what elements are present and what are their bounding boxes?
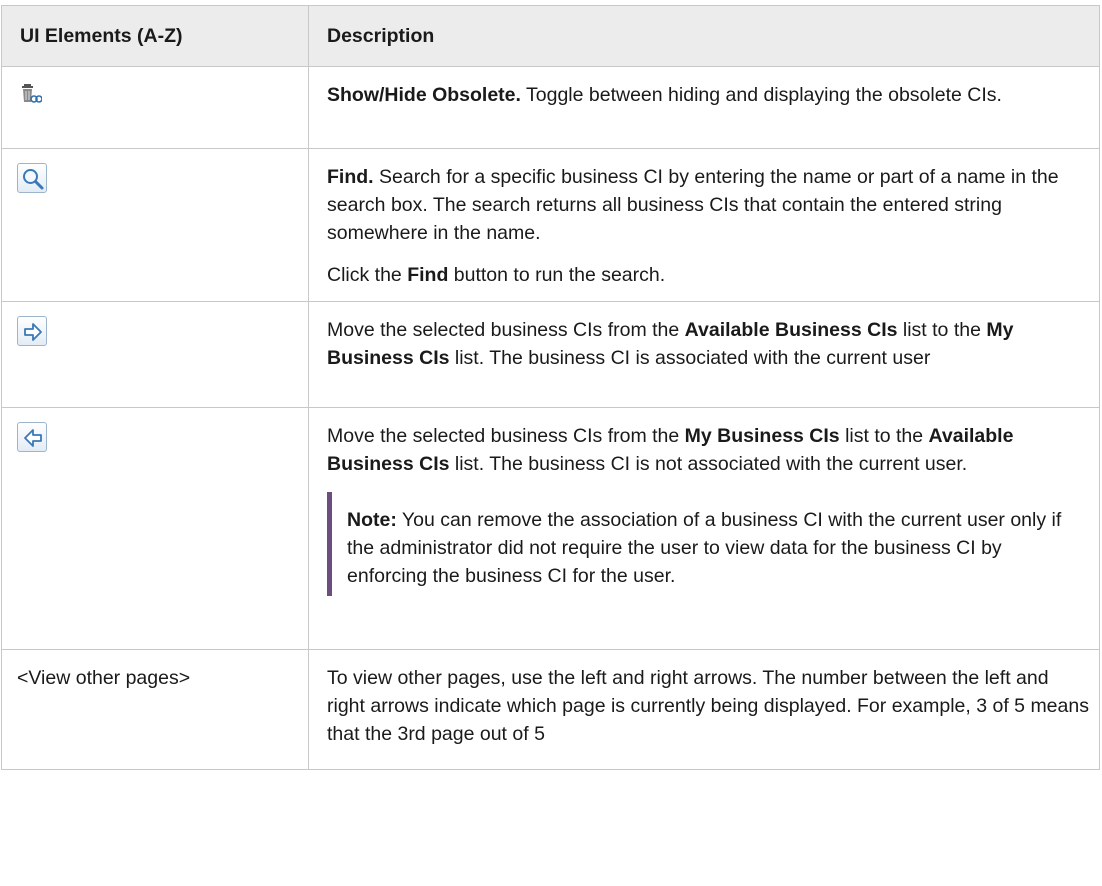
term-find: Find. bbox=[327, 166, 374, 188]
ui-element-cell bbox=[1, 301, 309, 408]
note-text: You can remove the association of a busi… bbox=[347, 509, 1062, 587]
column-header-description: Description bbox=[308, 5, 1100, 67]
description-text: To view other pages, use the left and ri… bbox=[327, 667, 1089, 745]
show-hide-obsolete-icon bbox=[20, 83, 43, 105]
table-row: Move the selected business CIs from the … bbox=[1, 301, 1100, 408]
arrow-left-icon bbox=[17, 422, 47, 452]
ui-element-cell bbox=[1, 66, 309, 149]
column-header-ui-elements: UI Elements (A-Z) bbox=[1, 5, 309, 67]
ui-element-cell bbox=[1, 407, 309, 650]
description-text: list. The business CI is associated with… bbox=[449, 347, 931, 369]
ui-element-cell bbox=[1, 148, 309, 302]
description-text: Move the selected business CIs from the bbox=[327, 425, 685, 447]
ui-elements-table: UI Elements (A-Z) Description Show/Hide … bbox=[1, 5, 1100, 770]
note-callout: Note: You can remove the association of … bbox=[327, 492, 1091, 596]
description-cell: To view other pages, use the left and ri… bbox=[308, 649, 1100, 770]
description-cell: Move the selected business CIs from the … bbox=[308, 407, 1100, 650]
term-show-hide-obsolete: Show/Hide Obsolete. bbox=[327, 84, 521, 106]
find-magnifier-icon bbox=[17, 163, 47, 193]
description-text: button to run the search. bbox=[448, 264, 666, 286]
view-other-pages-label: <View other pages> bbox=[17, 667, 191, 689]
description-cell: Find. Search for a specific business CI … bbox=[308, 148, 1100, 302]
arrow-right-icon bbox=[17, 316, 47, 346]
table-row: Find. Search for a specific business CI … bbox=[1, 148, 1100, 302]
table-row: <View other pages> To view other pages, … bbox=[1, 649, 1100, 770]
find-button-label: Find bbox=[407, 264, 449, 286]
ui-element-cell: <View other pages> bbox=[1, 649, 309, 770]
table-row: Move the selected business CIs from the … bbox=[1, 407, 1100, 650]
description-text: list to the bbox=[897, 319, 987, 341]
note-label: Note: bbox=[347, 509, 397, 531]
description-text: Click the bbox=[327, 264, 408, 286]
description-text: Move the selected business CIs from the bbox=[327, 319, 685, 341]
description-cell: Show/Hide Obsolete. Toggle between hidin… bbox=[308, 66, 1100, 149]
description-text: list. The business CI is not associated … bbox=[449, 453, 968, 475]
available-business-cis-label: Available Business CIs bbox=[684, 319, 898, 341]
my-business-cis-label: My Business CIs bbox=[684, 425, 840, 447]
table-row: Show/Hide Obsolete. Toggle between hidin… bbox=[1, 66, 1100, 149]
description-cell: Move the selected business CIs from the … bbox=[308, 301, 1100, 408]
description-text: Search for a specific business CI by ent… bbox=[327, 166, 1059, 244]
description-text: Toggle between hiding and displaying the… bbox=[520, 84, 1002, 106]
table-header-row: UI Elements (A-Z) Description bbox=[1, 5, 1100, 67]
description-text: list to the bbox=[839, 425, 929, 447]
